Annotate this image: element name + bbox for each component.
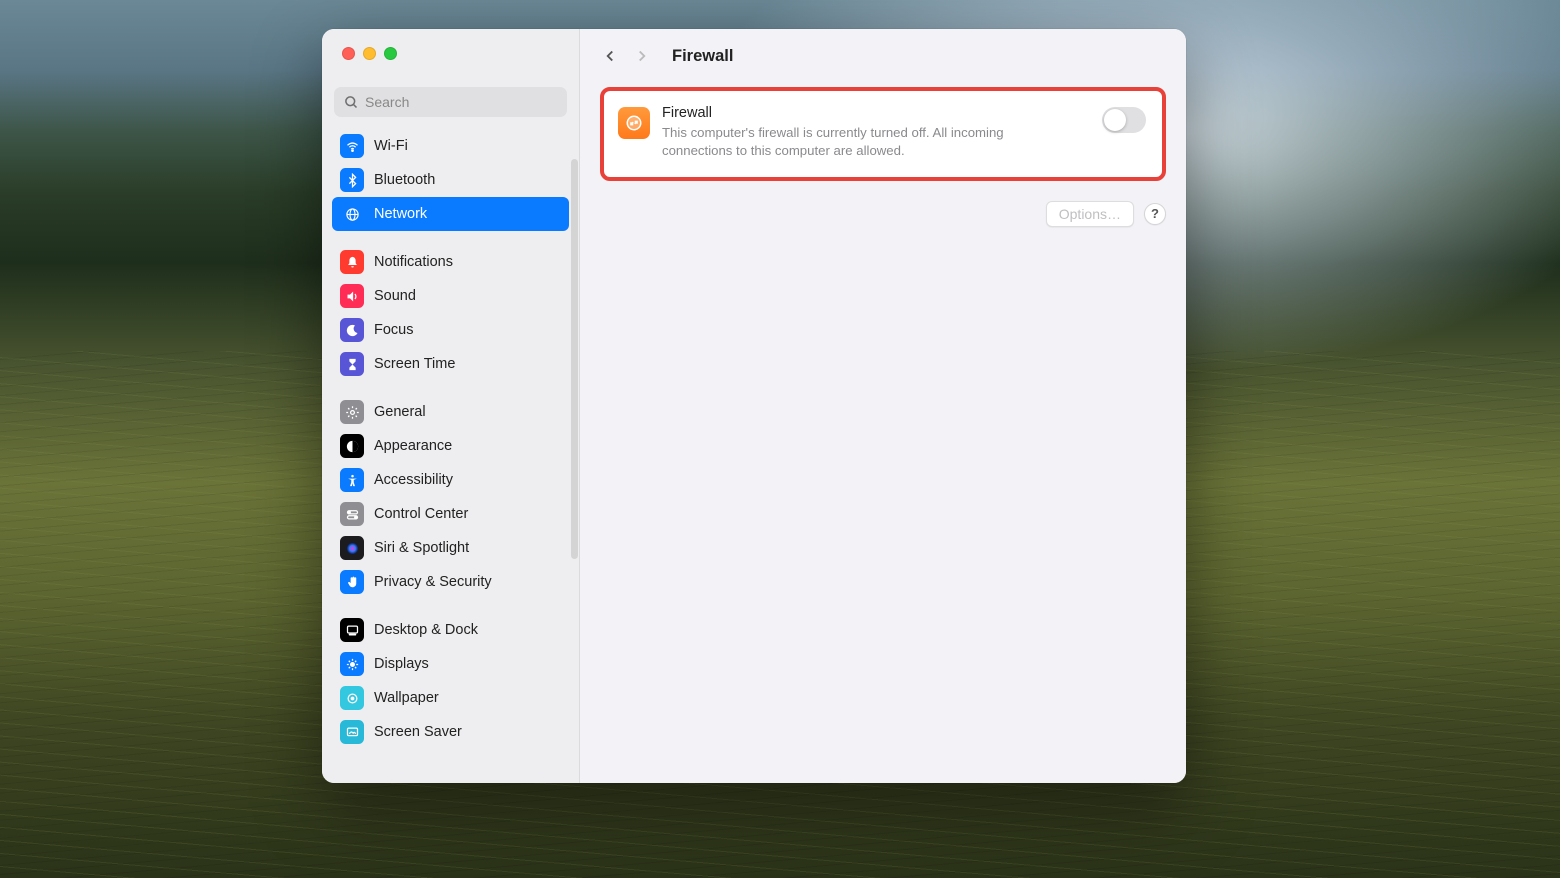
firewall-card: Firewall This computer's firewall is cur…: [600, 87, 1166, 181]
sidebar-item-screen-saver[interactable]: Screen Saver: [332, 715, 569, 749]
search-field[interactable]: [334, 87, 567, 117]
options-button[interactable]: Options…: [1046, 201, 1134, 227]
gear-icon: [340, 400, 364, 424]
sidebar-item-siri-spotlight[interactable]: Siri & Spotlight: [332, 531, 569, 565]
sidebar-item-label: Bluetooth: [374, 172, 435, 188]
screensaver-icon: [340, 720, 364, 744]
content-area: Firewall This computer's firewall is cur…: [580, 83, 1186, 247]
sidebar-item-focus[interactable]: Focus: [332, 313, 569, 347]
sidebar-item-appearance[interactable]: Appearance: [332, 429, 569, 463]
sidebar-item-bluetooth[interactable]: Bluetooth: [332, 163, 569, 197]
maximize-window-button[interactable]: [384, 47, 397, 60]
sidebar-item-wallpaper[interactable]: Wallpaper: [332, 681, 569, 715]
bell-icon: [340, 250, 364, 274]
firewall-toggle[interactable]: [1102, 107, 1146, 133]
sidebar-item-general[interactable]: General: [332, 395, 569, 429]
network-icon: [340, 202, 364, 226]
sound-icon: [340, 284, 364, 308]
page-title: Firewall: [672, 47, 733, 66]
sidebar-item-label: General: [374, 404, 426, 420]
sidebar-item-label: Screen Saver: [374, 724, 462, 740]
sidebar-group: Notifications Sound Focus Screen Time: [332, 245, 569, 381]
sidebar-item-label: Wi-Fi: [374, 138, 408, 154]
sidebar-group: General Appearance Accessibility Control Ce…: [332, 395, 569, 599]
back-button[interactable]: [598, 44, 622, 68]
sidebar-item-accessibility[interactable]: Accessibility: [332, 463, 569, 497]
close-window-button[interactable]: [342, 47, 355, 60]
sidebar-item-label: Screen Time: [374, 356, 455, 372]
actions-row: Options… ?: [600, 201, 1166, 227]
sidebar-item-label: Focus: [374, 322, 414, 338]
main-pane: Firewall Firewall This computer's firewa…: [580, 29, 1186, 783]
focus-icon: [340, 318, 364, 342]
help-button[interactable]: ?: [1144, 203, 1166, 225]
firewall-card-body: Firewall This computer's firewall is cur…: [662, 105, 1090, 161]
firewall-title: Firewall: [662, 105, 1090, 121]
sidebar-item-privacy-security[interactable]: Privacy & Security: [332, 565, 569, 599]
sidebar-item-label: Notifications: [374, 254, 453, 270]
search-container: [322, 77, 579, 123]
search-input[interactable]: [365, 94, 557, 110]
wifi-icon: [340, 134, 364, 158]
sidebar-item-screen-time[interactable]: Screen Time: [332, 347, 569, 381]
appearance-icon: [340, 434, 364, 458]
sidebar-item-displays[interactable]: Displays: [332, 647, 569, 681]
wallpaper-icon: [340, 686, 364, 710]
sidebar-item-label: Desktop & Dock: [374, 622, 478, 638]
sidebar-item-label: Siri & Spotlight: [374, 540, 469, 556]
sidebar-item-label: Appearance: [374, 438, 452, 454]
accessibility-icon: [340, 468, 364, 492]
sidebar-item-label: Wallpaper: [374, 690, 439, 706]
bluetooth-icon: [340, 168, 364, 192]
forward-button[interactable]: [630, 44, 654, 68]
firewall-description: This computer's firewall is currently tu…: [662, 124, 1042, 161]
sidebar-item-label: Accessibility: [374, 472, 453, 488]
minimize-window-button[interactable]: [363, 47, 376, 60]
sidebar-group: Wi-Fi Bluetooth Network: [332, 129, 569, 231]
sidebar-item-label: Displays: [374, 656, 429, 672]
toggle-knob: [1104, 109, 1126, 131]
sidebar: Wi-Fi Bluetooth Network Notifications Sound F…: [322, 29, 580, 783]
sidebar-item-sound[interactable]: Sound: [332, 279, 569, 313]
search-icon: [344, 95, 359, 110]
sidebar-item-control-center[interactable]: Control Center: [332, 497, 569, 531]
displays-icon: [340, 652, 364, 676]
system-settings-window: Wi-Fi Bluetooth Network Notifications Sound F…: [322, 29, 1186, 783]
sidebar-item-wi-fi[interactable]: Wi-Fi: [332, 129, 569, 163]
sidebar-item-label: Sound: [374, 288, 416, 304]
sidebar-item-label: Privacy & Security: [374, 574, 492, 590]
sidebar-item-notifications[interactable]: Notifications: [332, 245, 569, 279]
sidebar-item-label: Network: [374, 206, 427, 222]
toolbar: Firewall: [580, 29, 1186, 83]
siri-icon: [340, 536, 364, 560]
sidebar-item-network[interactable]: Network: [332, 197, 569, 231]
sidebar-list: Wi-Fi Bluetooth Network Notifications Sound F…: [322, 123, 579, 783]
hand-icon: [340, 570, 364, 594]
switches-icon: [340, 502, 364, 526]
firewall-icon: [618, 107, 650, 139]
hourglass-icon: [340, 352, 364, 376]
sidebar-group: Desktop & Dock Displays Wallpaper Screen Sa…: [332, 613, 569, 749]
scrollbar[interactable]: [571, 159, 578, 559]
dock-icon: [340, 618, 364, 642]
sidebar-item-desktop-dock[interactable]: Desktop & Dock: [332, 613, 569, 647]
sidebar-item-label: Control Center: [374, 506, 468, 522]
window-controls: [322, 29, 579, 77]
